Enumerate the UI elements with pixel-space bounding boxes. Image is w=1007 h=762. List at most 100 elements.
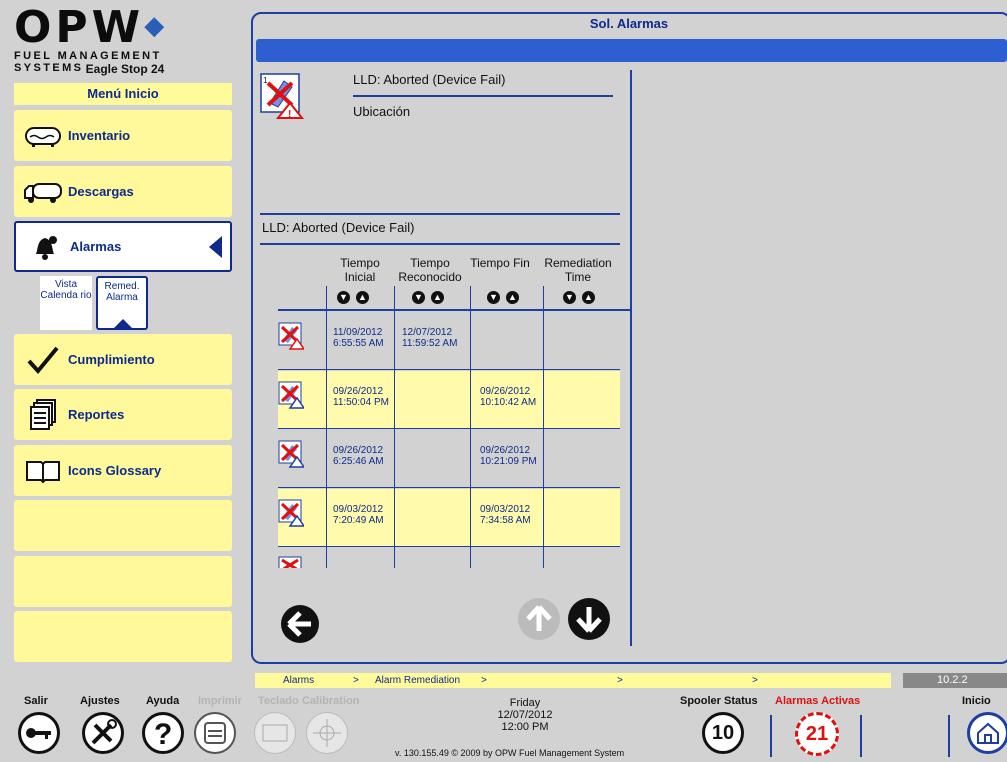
home-icon <box>977 722 999 744</box>
menu-item-reportes[interactable]: Reportes <box>14 389 232 440</box>
table-row[interactable]: 09/26/2012 11:50:04 PM 09/26/2012 10:10:… <box>278 371 620 429</box>
subtab-label: Vista Calenda rio <box>40 279 92 301</box>
spooler-status-button[interactable]: 10 <box>702 712 744 754</box>
scroll-up-button[interactable] <box>518 598 560 640</box>
menu-label-reportes: Reportes <box>68 407 125 422</box>
teclado-button <box>254 712 296 754</box>
sort-up-icon[interactable]: ▲ <box>582 291 595 304</box>
start-date: 09/03/2012 <box>333 504 384 515</box>
ajustes-label: Ajustes <box>80 695 120 707</box>
spooler-status-label: Spooler Status <box>680 695 758 707</box>
breadcrumb-sep: > <box>752 675 758 686</box>
svg-text:?: ? <box>154 718 172 751</box>
end-time: 10:10:42 AM <box>480 397 537 408</box>
breadcrumb-sep: > <box>353 675 359 686</box>
ack-time: 11:59:52 AM <box>402 338 458 349</box>
table-row[interactable]: 09/26/2012 6:25:46 AM 09/26/2012 10:21:0… <box>278 430 620 488</box>
column-header-remediation: Remediation Time <box>544 256 612 284</box>
column-header-ack: Tiempo Reconocido <box>398 256 462 284</box>
menu-item-inventario[interactable]: Inventario <box>14 110 232 161</box>
sort-down-icon[interactable]: ▼ <box>487 291 500 304</box>
ayuda-button[interactable]: ? <box>142 712 184 754</box>
start-time: 7:20:49 AM <box>333 515 384 526</box>
arrow-up-icon <box>526 605 552 631</box>
sort-down-icon[interactable]: ▼ <box>337 291 350 304</box>
reports-icon <box>22 398 64 430</box>
bell-icon <box>24 232 66 262</box>
salir-label: Salir <box>24 695 48 707</box>
lld-alarm-icon <box>278 440 304 468</box>
calibration-label: Calibration <box>302 695 360 707</box>
breadcrumb: Alarms > Alarm Remediation > > > <box>255 673 891 688</box>
checkmark-icon <box>22 345 64 375</box>
menu-item-empty <box>14 556 232 607</box>
sort-up-icon[interactable]: ▲ <box>506 291 519 304</box>
menu-item-alarmas[interactable]: Alarmas <box>14 221 232 272</box>
lld-alarm-icon <box>278 556 302 568</box>
menu-item-empty <box>14 611 232 662</box>
keyboard-icon <box>262 724 288 742</box>
menu-item-cumplimiento[interactable]: Cumplimiento <box>14 334 232 385</box>
menu-item-empty <box>14 500 232 551</box>
copyright: v. 130.155.49 © 2009 by OPW Fuel Managem… <box>395 748 625 758</box>
sort-down-icon[interactable]: ▼ <box>412 291 425 304</box>
opw-logo: OPW◆ FUEL MANAGEMENT SYSTEMS <box>14 6 236 75</box>
menu-label-descargas: Descargas <box>68 184 134 199</box>
salir-button[interactable] <box>18 712 60 754</box>
location-label: Ubicación <box>353 104 411 119</box>
column-divider <box>326 286 327 568</box>
breadcrumb-item[interactable]: Alarm Remediation <box>375 675 460 686</box>
caret-up-icon <box>114 319 132 328</box>
svg-text:!: ! <box>288 109 291 119</box>
sort-down-icon[interactable]: ▼ <box>563 291 576 304</box>
back-arrow-button[interactable] <box>281 605 319 643</box>
subtab-remed-alarma[interactable]: Remed. Alarma <box>96 276 148 330</box>
version-badge: 10.2.2 <box>903 673 1007 688</box>
lld-alarm-icon: 1 ! <box>260 73 304 119</box>
menu-label-icons-glossary: Icons Glossary <box>68 463 162 478</box>
ajustes-button[interactable] <box>82 712 124 754</box>
sort-up-icon[interactable]: ▲ <box>356 291 369 304</box>
ayuda-label: Ayuda <box>146 695 180 707</box>
scroll-down-button[interactable] <box>568 598 610 640</box>
column-divider <box>394 286 395 568</box>
help-icon: ? <box>154 718 172 751</box>
active-indicator-icon <box>209 236 222 258</box>
imprimir-button[interactable] <box>194 712 236 754</box>
active-alarms-button[interactable]: 21 <box>795 712 839 756</box>
diamond-icon: ◆ <box>144 11 169 41</box>
table-row[interactable]: 09/03/2012 7:20:49 AM 09/03/2012 7:34:58… <box>278 489 620 547</box>
header-underline <box>278 309 632 311</box>
subtab-vista-calendario[interactable]: Vista Calenda rio <box>40 276 92 330</box>
end-time: 7:34:58 AM <box>480 515 531 526</box>
inicio-button[interactable] <box>967 712 1007 754</box>
sort-up-icon[interactable]: ▲ <box>431 291 444 304</box>
end-date: 09/26/2012 <box>480 445 531 456</box>
section-title: LLD: Aborted (Device Fail) <box>262 220 415 235</box>
lld-alarm-icon <box>278 322 304 350</box>
menu-item-descargas[interactable]: Descargas <box>14 166 232 217</box>
menu-label-alarmas: Alarmas <box>70 239 122 254</box>
column-header-start: Tiempo Inicial <box>340 256 380 284</box>
start-time: 6:55:55 AM <box>333 338 384 349</box>
title-bar <box>256 39 1007 62</box>
svg-text:1: 1 <box>263 76 268 85</box>
subtab-label: Remed. Alarma <box>104 281 140 303</box>
start-date: 09/26/2012 <box>333 386 384 397</box>
ack-date: 12/07/2012 <box>402 327 453 338</box>
station-name: Eagle Stop 24 <box>85 62 165 76</box>
breadcrumb-sep: > <box>617 675 623 686</box>
start-time: 6:25:46 AM <box>333 456 384 467</box>
datetime: Friday 12/07/2012 12:00 PM <box>470 697 580 733</box>
truck-icon <box>22 177 64 207</box>
alarm-separator <box>353 95 613 97</box>
crosshair-icon <box>313 719 341 747</box>
breadcrumb-item[interactable]: Alarms <box>283 675 314 686</box>
imprimir-label: Imprimir <box>198 695 243 707</box>
tank-icon <box>22 121 64 151</box>
time: 12:00 PM <box>501 721 549 733</box>
menu-item-icons-glossary[interactable]: Icons Glossary <box>14 445 232 496</box>
table-row[interactable]: 11/09/2012 6:55:55 AM 12/07/2012 11:59:5… <box>278 312 620 370</box>
column-divider <box>543 286 544 568</box>
menu-label-cumplimiento: Cumplimiento <box>68 352 155 367</box>
